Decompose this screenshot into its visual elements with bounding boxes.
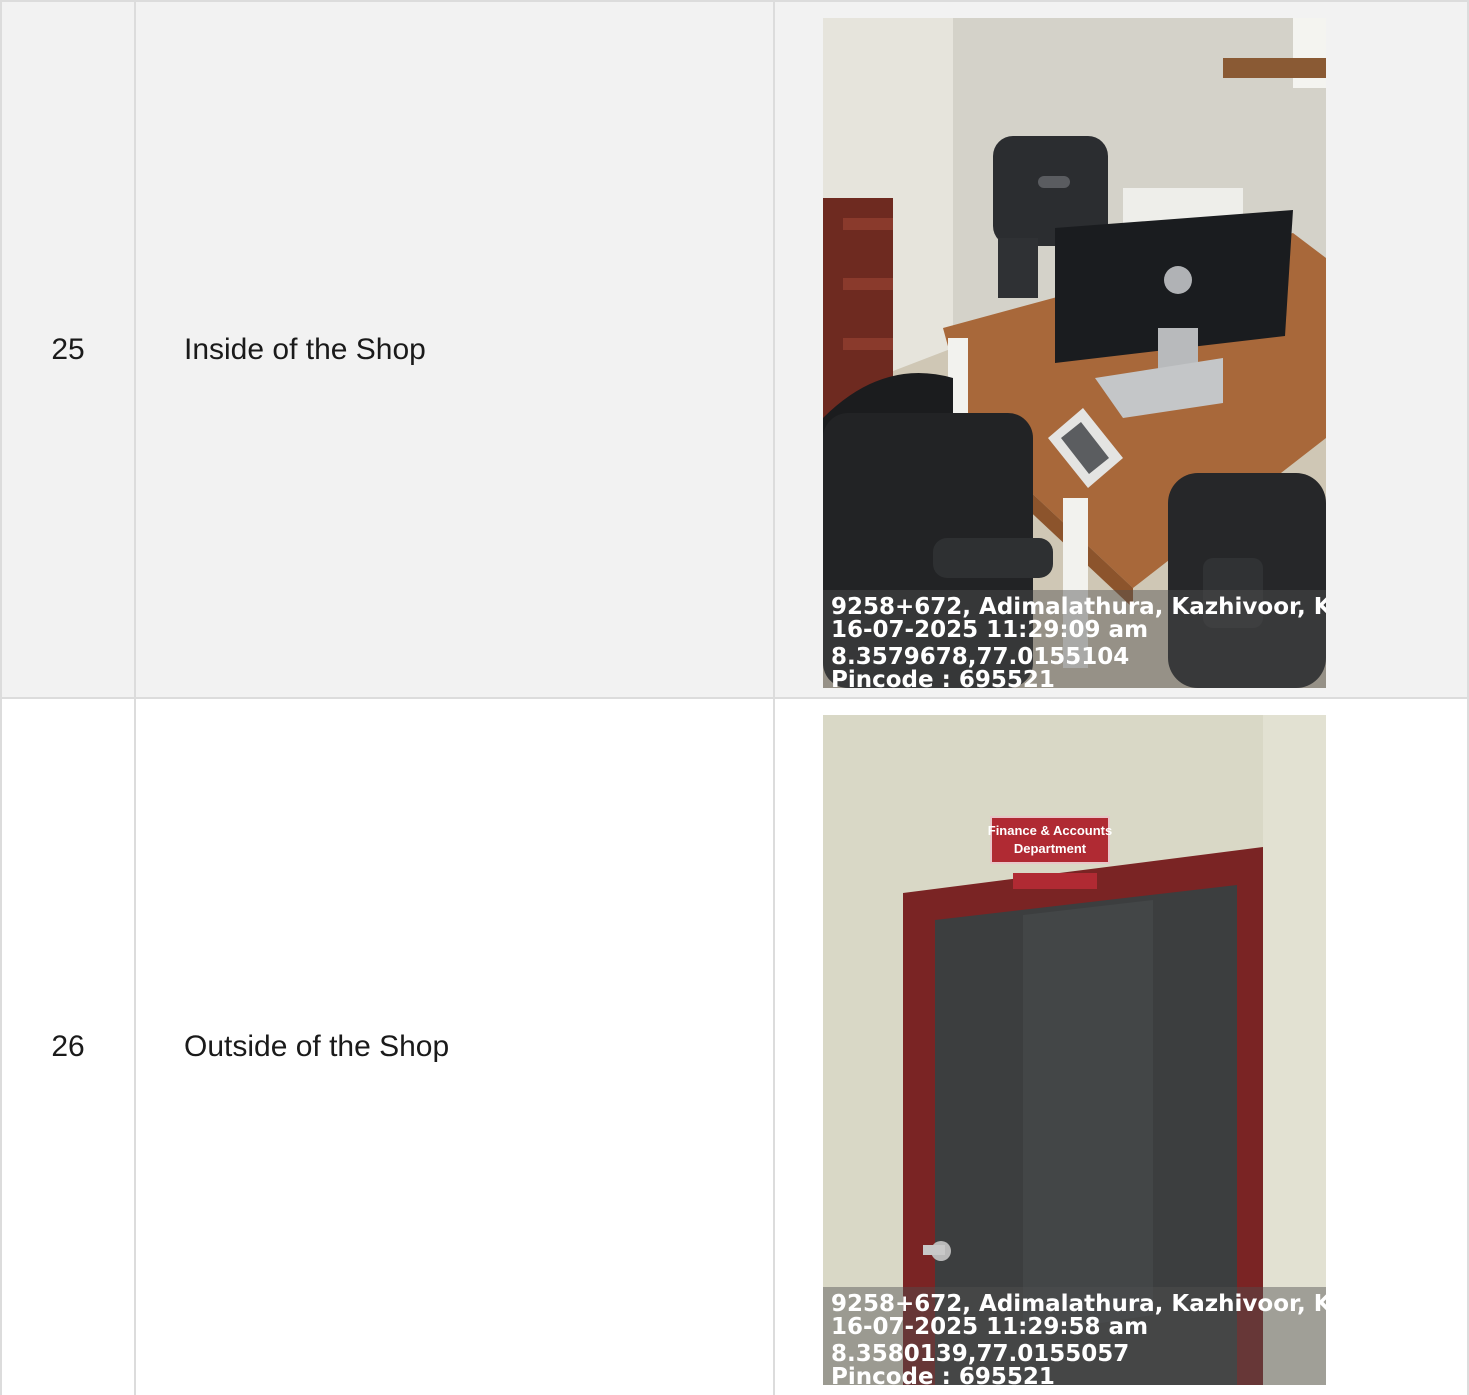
row-description: Outside of the Shop	[184, 1030, 450, 1063]
stamp-datetime: 16-07-2025 11:29:58 am	[831, 1314, 1149, 1340]
stamp-pincode: Pincode : 695521	[831, 667, 1055, 689]
table-row: 25 Inside of the Shop 9258+672, Adimalat…	[0, 0, 1469, 698]
row-description-cell: Outside of the Shop	[136, 699, 775, 1395]
geo-stamp: 9258+672, Adimalathura, Kazhivoor, Kottu…	[823, 1287, 1326, 1385]
row-description-cell: Inside of the Shop	[136, 2, 775, 698]
row-description: Inside of the Shop	[184, 333, 426, 366]
stamp-address: 9258+672, Adimalathura, Kazhivoor, Kottu…	[831, 594, 1326, 620]
row-number: 26	[51, 1030, 85, 1063]
interior-photo-image	[823, 18, 1326, 688]
exterior-photo-image: Finance & Accounts Department	[823, 715, 1326, 1385]
sign-line2: Department	[1014, 841, 1087, 856]
row-photo-cell: Finance & Accounts Department 9258+672, …	[775, 699, 1469, 1395]
row-number: 25	[51, 333, 85, 366]
exterior-photo: Finance & Accounts Department 9258+672, …	[823, 715, 1326, 1385]
sign-line1: Finance & Accounts	[988, 823, 1112, 838]
photo-table: 25 Inside of the Shop 9258+672, Adimalat…	[0, 0, 1469, 1395]
row-number-cell: 26	[0, 699, 136, 1395]
stamp-pincode: Pincode : 695521	[831, 1364, 1055, 1386]
geo-stamp: 9258+672, Adimalathura, Kazhivoor, Kottu…	[823, 590, 1326, 688]
stamp-coords: 8.3579678,77.0155104	[831, 644, 1130, 670]
stamp-datetime: 16-07-2025 11:29:09 am	[831, 617, 1149, 643]
sign-subplate	[1013, 873, 1097, 889]
stamp-address: 9258+672, Adimalathura, Kazhivoor, Kottu…	[831, 1291, 1326, 1317]
interior-photo: 9258+672, Adimalathura, Kazhivoor, Kottu…	[823, 18, 1326, 688]
table-row: 26 Outside of the Shop Finance & Account…	[0, 697, 1469, 1395]
stamp-coords: 8.3580139,77.0155057	[831, 1341, 1130, 1367]
row-number-cell: 25	[0, 2, 136, 698]
row-photo-cell: 9258+672, Adimalathura, Kazhivoor, Kottu…	[775, 2, 1469, 698]
